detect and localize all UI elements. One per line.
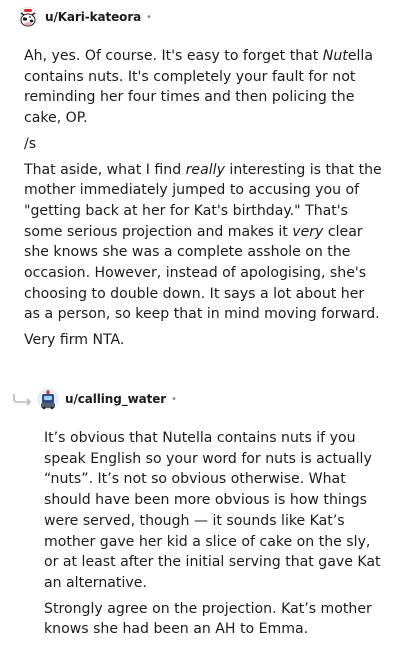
text-run: Strongly agree on the projection. Kat’s …: [44, 600, 372, 638]
separator-dot: •: [171, 393, 177, 405]
comment-paragraph: /s: [24, 134, 384, 155]
comment-paragraph: Very firm NTA.: [24, 330, 384, 351]
cow-snoo-avatar-icon[interactable]: [17, 6, 39, 28]
text-run: Ah, yes. Of course. It's easy to forget …: [24, 48, 323, 64]
comment-paragraph: Strongly agree on the projection. Kat’s …: [44, 599, 384, 640]
comment-header: u/calling_water •: [37, 388, 177, 410]
emphasis-text: very: [292, 223, 324, 240]
comment-paragraph: It’s obvious that Nutella contains nuts …: [44, 428, 384, 594]
reply-arrow-icon: [12, 392, 34, 411]
robot-snoo-avatar-icon[interactable]: [37, 388, 59, 410]
comment-paragraph: That aside, what I find really interesti…: [24, 160, 384, 326]
username[interactable]: u/Kari-kateora: [45, 10, 141, 24]
text-run: /s: [24, 135, 37, 152]
username[interactable]: u/calling_water: [65, 392, 166, 406]
text-run: That aside, what I find: [24, 161, 186, 178]
comment-paragraph: Ah, yes. Of course. It's easy to forget …: [24, 46, 384, 129]
text-run: Very firm NTA.: [24, 332, 125, 349]
emphasis-text: really: [185, 161, 225, 178]
emphasis-text: Nut: [322, 48, 348, 64]
separator-dot: •: [146, 11, 153, 23]
comment-body: It’s obvious that Nutella contains nuts …: [44, 428, 384, 645]
comment-body: Ah, yes. Of course. It's easy to forget …: [24, 46, 384, 356]
comment-header: u/Kari-kateora •: [17, 6, 152, 28]
text-run: It’s obvious that Nutella contains nuts …: [44, 430, 381, 591]
